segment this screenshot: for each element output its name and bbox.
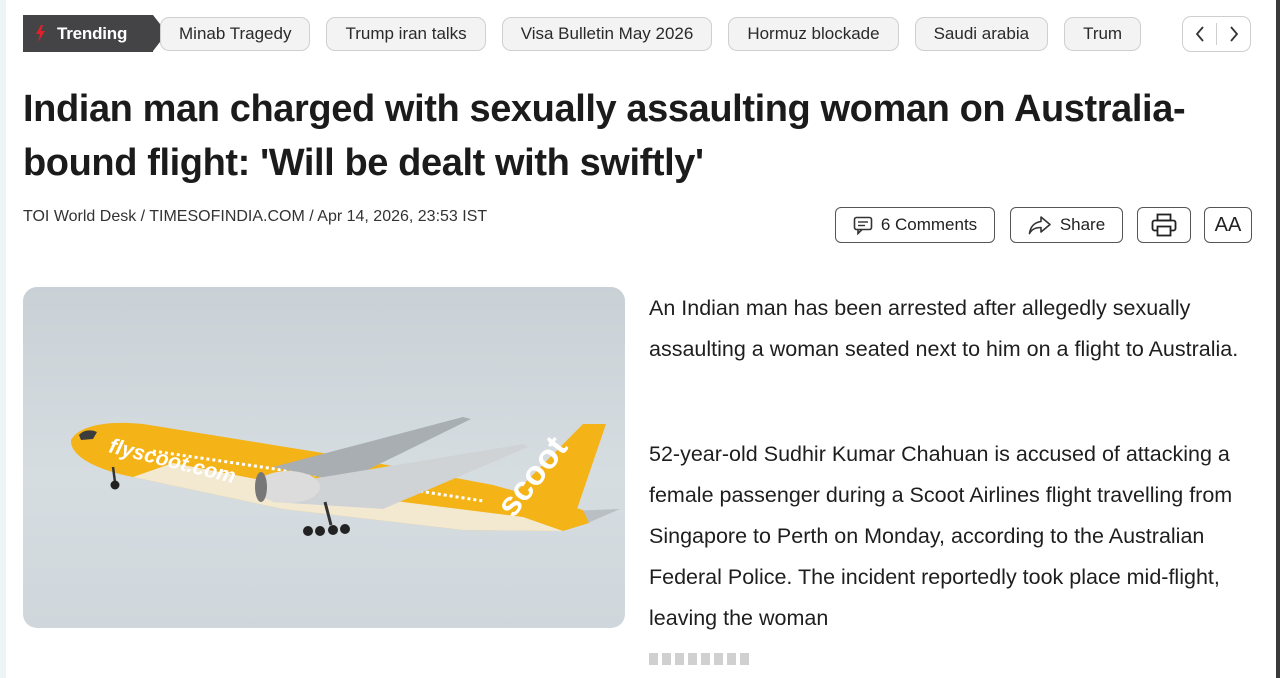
comments-button[interactable]: 6 Comments: [835, 207, 995, 243]
article-byline: TOI World Desk / TIMESOFINDIA.COM / Apr …: [23, 208, 488, 225]
printer-icon: [1151, 213, 1177, 237]
article-paragraph: 52-year-old Sudhir Kumar Chahuan is accu…: [649, 442, 1233, 630]
font-size-label: AA: [1214, 213, 1242, 236]
airplane-illustration: flyscoot.com scoot: [70, 417, 620, 536]
trending-chip[interactable]: Hormuz blockade: [728, 17, 899, 51]
share-label: Share: [1059, 215, 1106, 234]
trending-chip[interactable]: Trum: [1064, 17, 1142, 51]
share-icon: [1028, 216, 1051, 235]
comment-icon: [853, 216, 873, 235]
chevron-left-icon: [1195, 26, 1204, 42]
font-size-button[interactable]: AA: [1204, 207, 1252, 243]
trending-chips: Minab Tragedy Trump iran talks Visa Bullet…: [160, 17, 1163, 52]
prev-button[interactable]: [1183, 17, 1216, 51]
trending-chip[interactable]: Saudi arabia: [914, 17, 1049, 51]
left-edge: [0, 0, 6, 678]
chevron-right-icon: [1229, 26, 1238, 42]
print-button[interactable]: [1137, 207, 1191, 243]
article-image: flyscoot.com scoot: [23, 287, 625, 628]
flame-icon: [36, 25, 45, 42]
trending-chip[interactable]: Trump iran talks: [326, 17, 486, 51]
article-paragraph: An Indian man has been arrested after al…: [649, 296, 1239, 361]
trending-chip[interactable]: Minab Tragedy: [160, 17, 311, 51]
right-scrollbar[interactable]: [1276, 0, 1280, 678]
comments-label: 6 Comments: [880, 215, 978, 234]
cut-off-text-line: [649, 652, 769, 666]
article-headline: Indian man charged with sexually assault…: [23, 88, 1186, 184]
trending-chip[interactable]: Visa Bulletin May 2026: [501, 17, 713, 51]
trending-nav: [1182, 16, 1251, 52]
next-button[interactable]: [1217, 17, 1250, 51]
trending-label-text: Trending: [57, 23, 128, 43]
share-button[interactable]: Share: [1010, 207, 1123, 243]
trending-label: Trending: [23, 15, 167, 52]
trending-bar: Trending Minab Tragedy Trump iran talks Vi…: [23, 14, 1253, 52]
